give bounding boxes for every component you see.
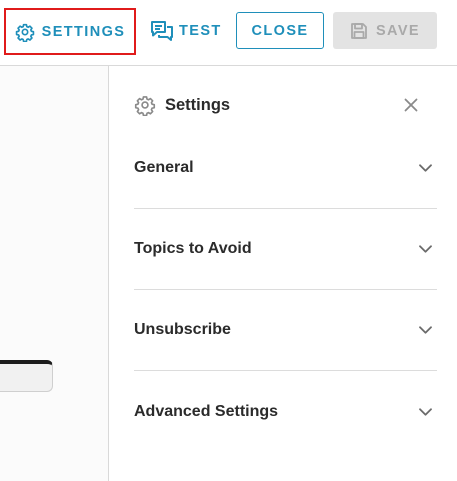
panel-header: Settings: [134, 93, 434, 117]
section-topics-to-avoid[interactable]: Topics to Avoid: [134, 209, 437, 290]
test-button-label: TEST: [179, 23, 222, 39]
chevron-down-icon: [417, 322, 433, 338]
chevron-down-icon: [417, 160, 433, 176]
section-general[interactable]: General: [134, 128, 437, 209]
toolbar: SETTINGS TEST CLOSE SAVE: [0, 0, 457, 66]
section-label: General: [134, 159, 194, 176]
save-button[interactable]: SAVE: [333, 12, 437, 49]
canvas-element[interactable]: [0, 360, 53, 392]
section-label: Unsubscribe: [134, 321, 231, 338]
gear-icon: [15, 22, 35, 42]
section-advanced-settings[interactable]: Advanced Settings: [134, 371, 437, 452]
section-label: Topics to Avoid: [134, 240, 252, 257]
chevron-down-icon: [417, 404, 433, 420]
close-button-label: CLOSE: [251, 22, 309, 39]
app-window: SETTINGS TEST CLOSE SAVE Settings Genera…: [0, 0, 457, 481]
chevron-down-icon: [417, 241, 433, 257]
settings-button-label: SETTINGS: [41, 23, 126, 40]
test-button[interactable]: TEST: [150, 17, 222, 45]
close-button[interactable]: CLOSE: [236, 12, 324, 49]
section-label: Advanced Settings: [134, 402, 279, 420]
settings-panel: Settings General Topics to Avoid Unsubsc…: [110, 66, 457, 481]
panel-title: Settings: [165, 95, 231, 114]
chat-bubbles-icon: [150, 20, 174, 42]
save-button-label: SAVE: [375, 22, 420, 39]
canvas-area: [0, 66, 109, 481]
close-icon[interactable]: [402, 96, 420, 114]
floppy-disk-icon: [350, 22, 368, 40]
gear-icon: [134, 94, 156, 116]
settings-button[interactable]: SETTINGS: [4, 8, 136, 55]
section-unsubscribe[interactable]: Unsubscribe: [134, 290, 437, 371]
